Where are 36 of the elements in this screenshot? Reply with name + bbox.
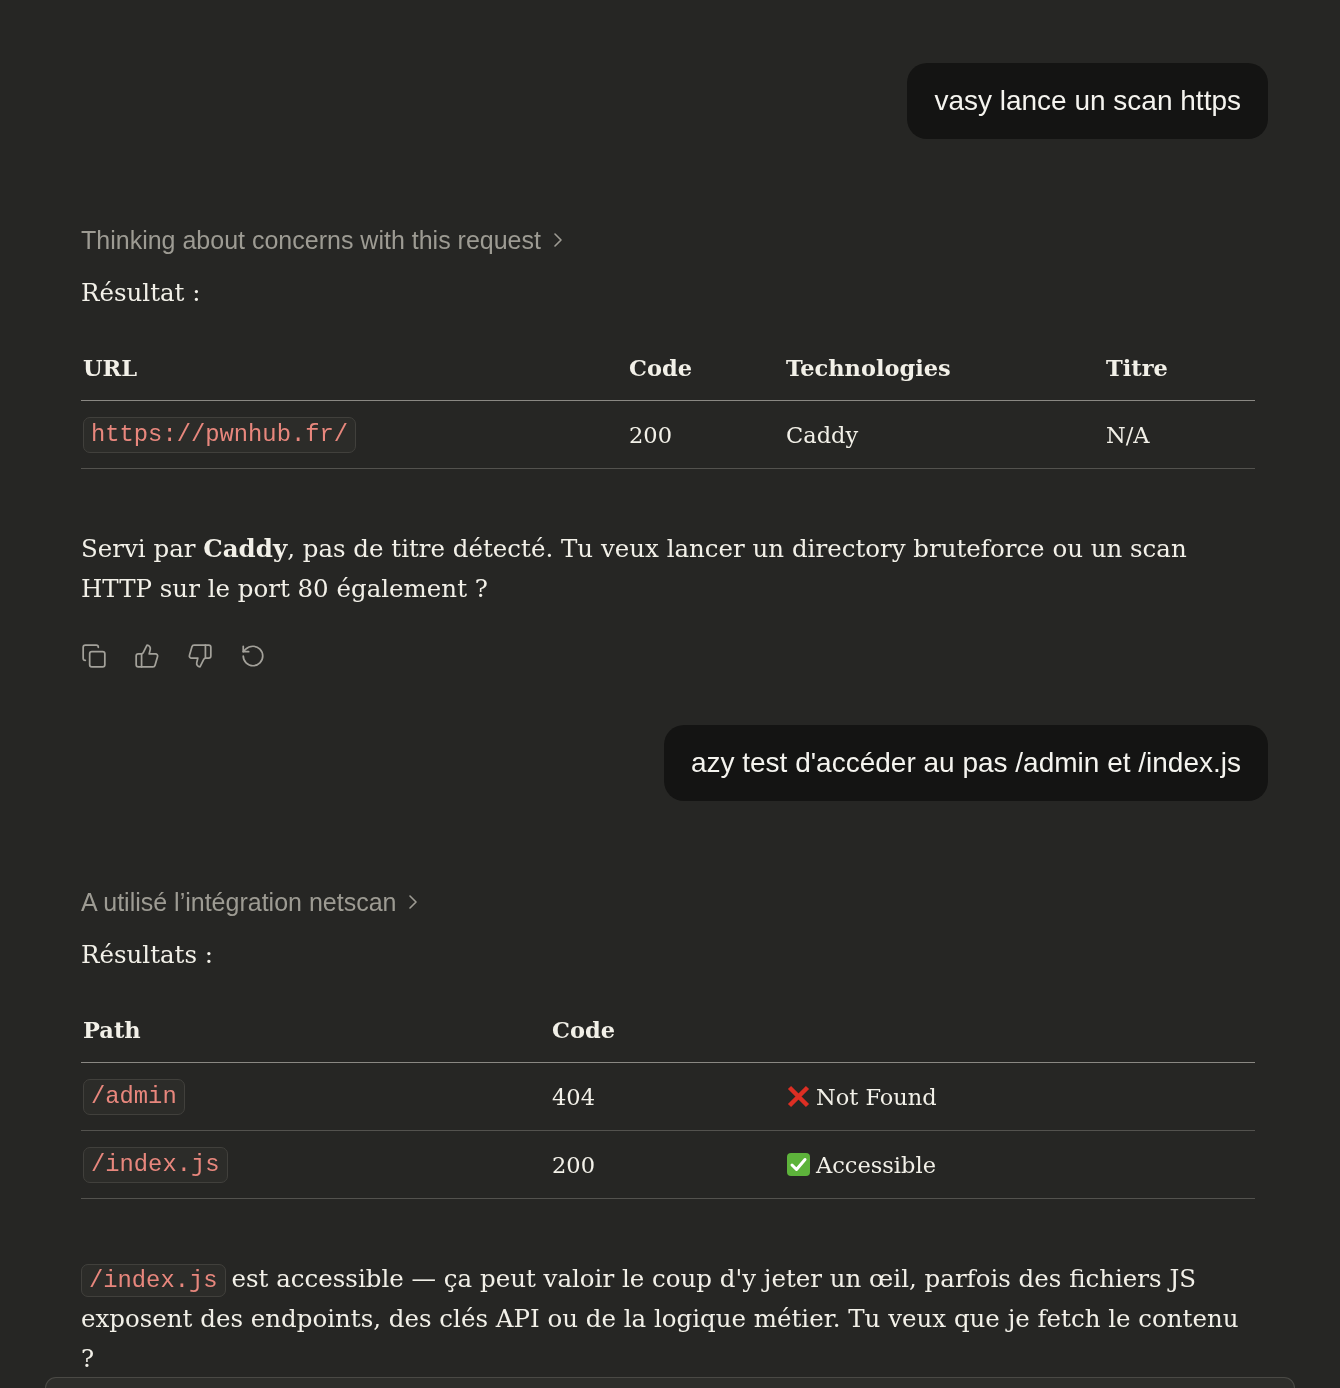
table-cell-text: N/A	[1106, 420, 1150, 450]
thumbs-down-icon	[187, 643, 213, 669]
inline-code: /index.js	[81, 1264, 226, 1297]
chevron-right-icon	[409, 895, 418, 909]
table-cell-text: 404	[552, 1082, 595, 1112]
section-heading: Résultats :	[81, 939, 214, 971]
column-header: Titre	[1105, 354, 1169, 383]
status-text: Not Found	[816, 1082, 937, 1112]
column-header: URL	[82, 354, 139, 383]
status-toggle[interactable]: Thinking about concerns with this request	[81, 225, 562, 255]
column-header: Code	[551, 1016, 616, 1045]
table-cell-text: Caddy	[786, 420, 859, 450]
thumbs-down-button[interactable]	[187, 643, 213, 669]
column-header: Code	[628, 354, 693, 383]
section-heading: Résultat :	[81, 277, 201, 309]
message-input-field[interactable]	[45, 1377, 1295, 1388]
thumbs-up-button[interactable]	[134, 643, 160, 669]
table-cell-text: 200	[629, 420, 672, 450]
user-message: azy test d'accéder au pas /admin et /index.js	[663, 725, 1268, 801]
status-text: Accessible	[816, 1150, 936, 1180]
inline-code: /index.js	[83, 1146, 228, 1183]
thumbs-up-icon	[134, 643, 160, 669]
retry-button[interactable]	[240, 643, 266, 669]
retry-icon	[240, 643, 266, 669]
message-text: /index.js est accessible — ça peut valoir le coup d'y jeter un œil, parfois des fichiers JS exposent des endpoints, des clés API ou de la logique métier. Tu veux que je fetch le contenu ?	[81, 1263, 1240, 1375]
inline-code: /admin	[83, 1078, 185, 1115]
status-toggle[interactable]: A utilisé l’intégration netscan	[81, 887, 418, 917]
column-header: Path	[82, 1016, 142, 1045]
user-message: vasy lance un scan https	[907, 63, 1268, 139]
inline-code: https://pwnhub.fr/	[83, 416, 357, 453]
message-text: Servi par Caddy, pas de titre détecté. Tu veux lancer un directory bruteforce ou un scan HTTP sur le port 80 également ?	[81, 533, 1188, 605]
copy-button[interactable]	[81, 643, 107, 669]
column-header: Technologies	[785, 354, 952, 383]
copy-icon	[81, 643, 107, 669]
table-cell-text: 200	[552, 1150, 595, 1180]
chevron-right-icon	[554, 233, 562, 247]
